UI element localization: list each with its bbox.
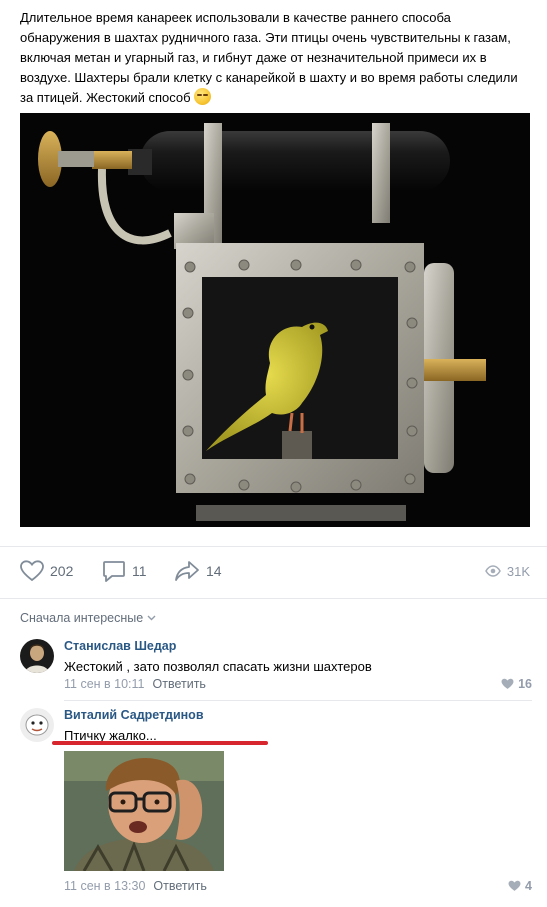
heart-icon [501,678,514,689]
post-text: Длительное время канареек использовали в… [20,8,532,108]
comment-button[interactable]: 11 [102,555,147,587]
meme-face-illustration [64,751,224,871]
comment-date[interactable]: 11 сен в 13:30 [64,879,145,893]
comment-author-link[interactable]: Станислав Шедар [64,639,176,653]
comment-attached-image[interactable] [64,751,224,871]
canary-cage-illustration [38,123,486,521]
avatar[interactable] [20,639,54,673]
heart-icon [508,880,521,891]
reply-button[interactable]: Ответить [153,677,206,691]
avatar[interactable] [20,708,54,742]
divider [64,700,532,701]
comment-meta: 11 сен в 10:11 Ответить [64,677,206,691]
comment-author-link[interactable]: Виталий Садретдинов [64,708,204,722]
divider [0,546,547,547]
divider [0,598,547,599]
share-button[interactable]: 14 [174,555,222,587]
flushed-face-emoji-icon [193,88,211,105]
comments-sort-dropdown[interactable]: Сначала интересные [20,611,156,625]
like-button[interactable]: 202 [20,555,73,587]
red-underline-annotation [52,741,268,745]
post-actions-bar: 202 11 14 31K [20,555,532,587]
comment-icon [103,561,125,582]
comment-like-button[interactable]: 4 [508,879,532,893]
comment-like-count: 4 [525,879,532,893]
views-counter: 31K [484,555,530,587]
comment-date[interactable]: 11 сен в 10:11 [64,677,145,691]
eye-icon [484,565,501,577]
like-count: 202 [50,563,74,579]
share-count: 14 [206,563,222,579]
view-count: 31K [506,563,530,579]
post-text-content: Длительное время канареек использовали в… [20,10,518,105]
comment-like-button[interactable]: 16 [501,677,532,691]
reply-button[interactable]: Ответить [153,879,206,893]
heart-icon [20,560,44,582]
share-arrow-icon [175,561,199,581]
comment-count: 11 [132,563,147,579]
comment-like-count: 16 [518,677,532,691]
post-photo[interactable] [20,113,530,527]
chevron-down-icon [147,615,156,621]
comment-meta: 11 сен в 13:30 Ответить [64,879,207,893]
sort-label: Сначала интересные [20,611,144,625]
comment-text: Жестокий , зато позволял спасать жизни ш… [64,659,372,674]
comment-item: Станислав Шедар Жестокий , зато позволял… [20,639,532,695]
